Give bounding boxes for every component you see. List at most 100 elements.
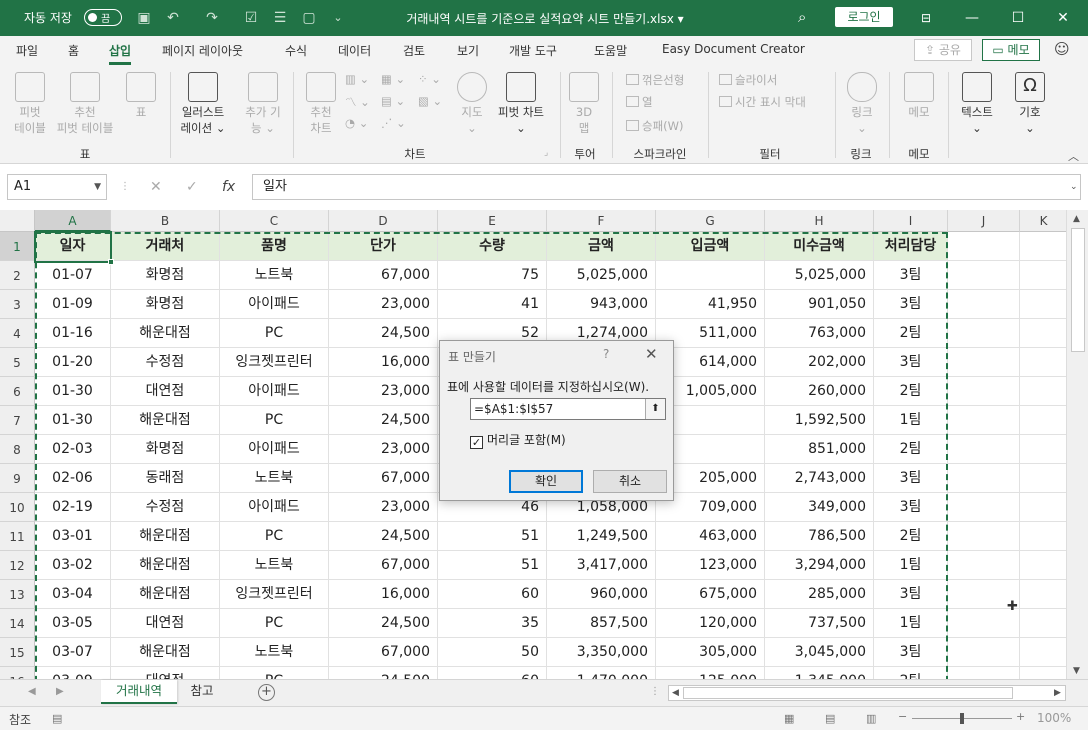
table-cell[interactable]: 67,000	[329, 261, 438, 290]
table-cell[interactable]: 3,417,000	[547, 551, 656, 580]
table-cell[interactable]: 260,000	[765, 377, 874, 406]
table-cell[interactable]: 3팀	[874, 493, 948, 522]
table-cell[interactable]: 대연점	[111, 377, 220, 406]
map3d-button[interactable]: 3D 맵	[566, 72, 602, 136]
table-header-cell[interactable]	[1020, 232, 1066, 261]
table-cell[interactable]: 03-02	[35, 551, 111, 580]
table-header-cell[interactable]: 품명	[220, 232, 329, 261]
sheet-tab-transactions[interactable]: 거래내역	[101, 680, 177, 704]
table-cell[interactable]: 202,000	[765, 348, 874, 377]
table-cell[interactable]	[1020, 667, 1066, 679]
table-cell[interactable]: 2팀	[874, 435, 948, 464]
table-cell[interactable]: 화명점	[111, 435, 220, 464]
scroll-up-icon[interactable]: ▲	[1073, 214, 1080, 224]
table-cell[interactable]: 67,000	[329, 638, 438, 667]
collapse-dialog-icon[interactable]: ⬆	[645, 399, 665, 419]
table-cell[interactable]	[1020, 290, 1066, 319]
table-cell[interactable]: 아이패드	[220, 377, 329, 406]
table-cell[interactable]: 901,050	[765, 290, 874, 319]
table-cell[interactable]: 3,294,000	[765, 551, 874, 580]
table-cell[interactable]: 1팀	[874, 551, 948, 580]
table-cell[interactable]	[948, 551, 1020, 580]
table-cell[interactable]: 3팀	[874, 464, 948, 493]
table-cell[interactable]: 수정점	[111, 493, 220, 522]
table-cell[interactable]: 23,000	[329, 435, 438, 464]
column-header-d[interactable]: D	[329, 210, 438, 232]
expand-formula-icon[interactable]: ⌄	[1070, 182, 1078, 192]
scroll-left-icon[interactable]: ◀	[672, 688, 679, 698]
table-cell[interactable]: 67,000	[329, 464, 438, 493]
redo-icon[interactable]: ↷	[203, 9, 221, 27]
insert-memo-button[interactable]: 메모	[901, 72, 937, 120]
accessibility-icon[interactable]: ▤	[52, 712, 62, 725]
table-cell[interactable]: 1,592,500	[765, 406, 874, 435]
row-header[interactable]: 14	[0, 609, 35, 638]
table-cell[interactable]: 02-03	[35, 435, 111, 464]
checkbox-checked-icon[interactable]: ✓	[470, 436, 483, 449]
table-cell[interactable]: 120,000	[656, 609, 765, 638]
tab-formulas[interactable]: 수식	[285, 42, 307, 59]
table-cell[interactable]	[948, 377, 1020, 406]
table-cell[interactable]	[948, 348, 1020, 377]
range-input[interactable]: =$A$1:$I$57 ⬆	[470, 398, 666, 420]
slicer-button[interactable]: 슬라이서	[719, 72, 777, 88]
pivot-chart-button[interactable]: 피벗 차트 ⌄	[491, 72, 551, 136]
add-sheet-icon[interactable]: +	[258, 684, 275, 701]
table-cell[interactable]: 03-07	[35, 638, 111, 667]
column-header-a[interactable]: A	[35, 210, 111, 232]
table-cell[interactable]: 763,000	[765, 319, 874, 348]
table-cell[interactable]	[1020, 319, 1066, 348]
select-all-corner[interactable]	[0, 210, 35, 232]
collapse-ribbon-icon[interactable]: ︿	[1068, 148, 1079, 164]
formula-input[interactable]: 일자	[252, 174, 1081, 200]
table-cell[interactable]: 03-01	[35, 522, 111, 551]
table-cell[interactable]: 24,500	[329, 522, 438, 551]
help-icon[interactable]: ?	[603, 347, 609, 361]
table-cell[interactable]: 노트북	[220, 464, 329, 493]
table-cell[interactable]: 02-06	[35, 464, 111, 493]
table-cell[interactable]	[1020, 261, 1066, 290]
table-cell[interactable]: 동래점	[111, 464, 220, 493]
tab-developer[interactable]: 개발 도구	[509, 42, 557, 59]
table-cell[interactable]: 23,000	[329, 290, 438, 319]
table-cell[interactable]	[1020, 638, 1066, 667]
table-cell[interactable]	[1020, 464, 1066, 493]
row-header[interactable]: 8	[0, 435, 35, 464]
table-cell[interactable]	[656, 261, 765, 290]
row-header[interactable]: 15	[0, 638, 35, 667]
row-header[interactable]: 13	[0, 580, 35, 609]
table-cell[interactable]: 03-04	[35, 580, 111, 609]
table-header-cell[interactable]: 미수금액	[765, 232, 874, 261]
cancel-button[interactable]: 취소	[593, 470, 667, 493]
table-cell[interactable]	[1020, 522, 1066, 551]
column-header-f[interactable]: F	[547, 210, 656, 232]
enter-icon[interactable]: ✓	[186, 174, 198, 200]
table-header-cell[interactable]	[948, 232, 1020, 261]
row-header[interactable]: 1	[0, 232, 35, 261]
table-cell[interactable]	[1020, 348, 1066, 377]
table-cell[interactable]: 대연점	[111, 609, 220, 638]
column-header-j[interactable]: J	[948, 210, 1020, 232]
table-cell[interactable]: 5,025,000	[765, 261, 874, 290]
table-cell[interactable]: 16,000	[329, 348, 438, 377]
zoom-slider[interactable]	[912, 713, 1012, 724]
sparkline-winloss-button[interactable]: 승패(W)	[626, 118, 684, 134]
tab-home[interactable]: 홈	[68, 42, 79, 59]
table-cell[interactable]: 2팀	[874, 667, 948, 679]
table-cell[interactable]: 41,950	[656, 290, 765, 319]
table-cell[interactable]: 786,500	[765, 522, 874, 551]
illustrations-button[interactable]: 일러스트 레이션 ⌄	[176, 72, 230, 136]
timeline-button[interactable]: 시간 표시 막대	[719, 94, 806, 110]
table-cell[interactable]: 1,345,000	[765, 667, 874, 679]
row-header[interactable]: 5	[0, 348, 35, 377]
link-button[interactable]: 링크 ⌄	[844, 72, 880, 136]
row-header[interactable]: 16	[0, 667, 35, 679]
column-header-i[interactable]: I	[874, 210, 948, 232]
table-cell[interactable]: 24,500	[329, 319, 438, 348]
table-cell[interactable]: 24,500	[329, 667, 438, 679]
share-button[interactable]: ⇪ 공유	[914, 39, 972, 61]
table-cell[interactable]: 51	[438, 522, 547, 551]
row-header[interactable]: 11	[0, 522, 35, 551]
table-cell[interactable]: 23,000	[329, 493, 438, 522]
page-layout-view-icon[interactable]: ▤	[825, 712, 835, 725]
